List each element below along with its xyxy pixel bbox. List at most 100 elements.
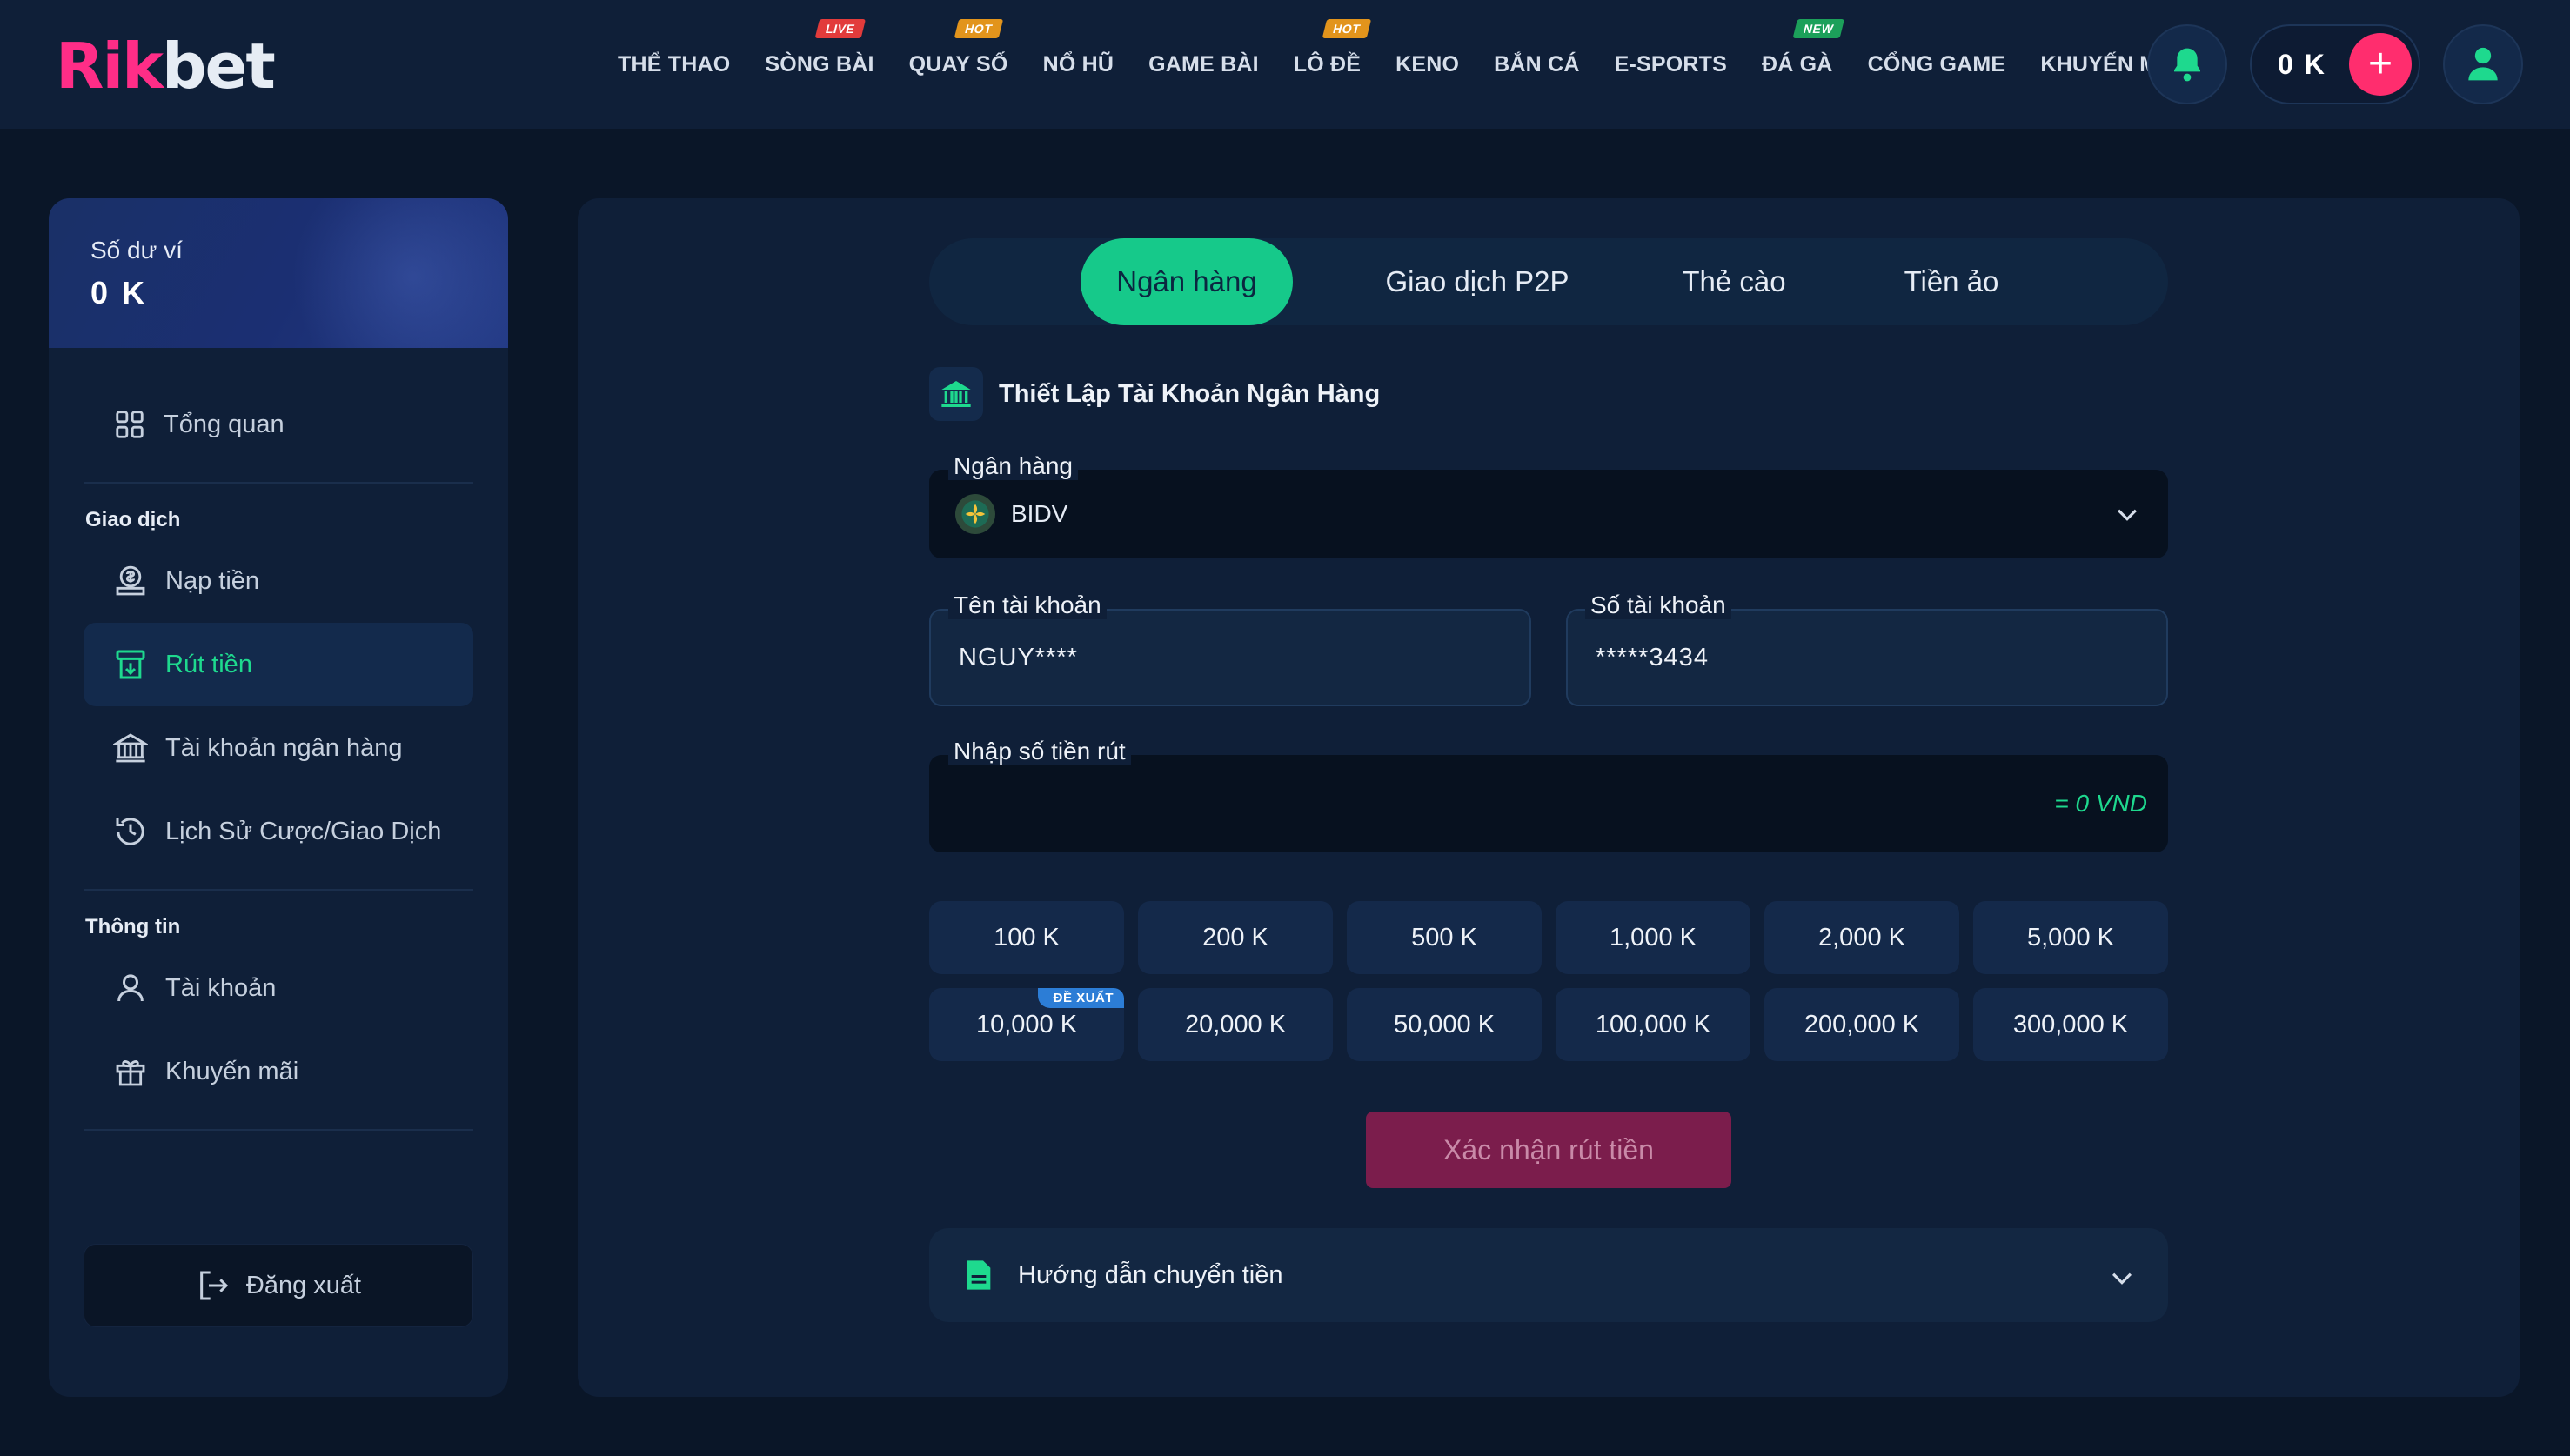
transfer-guide-accordion[interactable]: Hướng dẫn chuyển tiền xyxy=(929,1228,2168,1322)
divider xyxy=(84,482,473,484)
chevron-down-icon xyxy=(2117,509,2138,521)
chip-2000k[interactable]: 2,000 K xyxy=(1764,901,1959,974)
deposit-plus-button[interactable]: + xyxy=(2349,33,2412,96)
chip-5000k[interactable]: 5,000 K xyxy=(1973,901,2168,974)
sidebar-item-account[interactable]: Tài khoản xyxy=(84,946,473,1030)
account-name-field[interactable]: NGUY**** xyxy=(929,609,1531,706)
nav-lo-de[interactable]: HOT LÔ ĐỀ xyxy=(1276,0,1378,129)
tab-scratch-card[interactable]: Thẻ cào xyxy=(1634,238,1834,325)
chip-1000k[interactable]: 1,000 K xyxy=(1556,901,1750,974)
divider xyxy=(84,889,473,891)
logo-bet: bet xyxy=(162,30,276,103)
chip-50000k[interactable]: 50,000 K xyxy=(1347,988,1542,1061)
chip-100k[interactable]: 100 K xyxy=(929,901,1124,974)
nav-label: QUAY SỐ xyxy=(908,51,1008,77)
recommended-tag: ĐỀ XUẤT xyxy=(1037,988,1124,1008)
nav-song-bai[interactable]: LIVE SÒNG BÀI xyxy=(747,0,891,129)
nav-e-sports[interactable]: E-SPORTS xyxy=(1597,0,1744,129)
section-title-text: Thiết Lập Tài Khoản Ngân Hàng xyxy=(999,379,1381,408)
sidebar-item-label: Lịch Sử Cược/Giao Dịch xyxy=(165,817,442,845)
sidebar-item-deposit[interactable]: Nạp tiền xyxy=(84,539,473,623)
account-number-label: Số tài khoản xyxy=(1585,591,1731,619)
sidebar-item-history[interactable]: Lịch Sử Cược/Giao Dịch xyxy=(84,790,473,873)
chip-200000k[interactable]: 200,000 K xyxy=(1764,988,1959,1061)
account-number-value: *****3434 xyxy=(1596,643,1709,671)
bank-icon xyxy=(113,733,148,763)
account-name-label: Tên tài khoản xyxy=(948,591,1107,619)
nav-cong-game[interactable]: CỔNG GAME xyxy=(1851,0,2024,129)
sidebar-item-label: Tài khoản ngân hàng xyxy=(165,733,403,762)
amount-equivalent: = 0 VND xyxy=(2054,790,2147,817)
bank-select-value: BIDV xyxy=(1011,500,1068,527)
logout-button[interactable]: Đăng xuất xyxy=(84,1244,473,1327)
withdraw-icon xyxy=(116,650,145,679)
sidebar-item-promotions[interactable]: Khuyến mãi xyxy=(84,1030,473,1113)
bidv-logo-icon xyxy=(955,494,995,534)
confirm-withdraw-button[interactable]: Xác nhận rút tiền xyxy=(1366,1112,1731,1188)
sidebar-item-label: Rút tiền xyxy=(165,650,252,678)
section-title: Thiết Lập Tài Khoản Ngân Hàng xyxy=(929,365,1380,423)
sidebar-item-bank-account[interactable]: Tài khoản ngân hàng xyxy=(84,706,473,790)
payment-method-tabs: Ngân hàng Giao dịch P2P Thẻ cào Tiền ảo xyxy=(929,238,2168,325)
tab-crypto[interactable]: Tiền ảo xyxy=(1851,238,2051,325)
tab-p2p[interactable]: Giao dịch P2P xyxy=(1347,238,1608,325)
sidebar-item-label: Tổng quan xyxy=(164,410,284,438)
nav-da-ga[interactable]: NEW ĐÁ GÀ xyxy=(1744,0,1851,129)
amount-input[interactable] xyxy=(957,790,1914,833)
nav-keno[interactable]: KENO xyxy=(1378,0,1476,129)
chip-200k[interactable]: 200 K xyxy=(1138,901,1333,974)
balance-value: 0 K xyxy=(90,275,148,311)
sidebar-menu: Tổng quan Giao dịch Nạp tiền Rút tiền Tà… xyxy=(49,348,508,1131)
chip-10000k[interactable]: 10,000 K ĐỀ XUẤT xyxy=(929,988,1124,1061)
tab-bank[interactable]: Ngân hàng xyxy=(1081,238,1293,325)
hot-badge: HOT xyxy=(1322,19,1372,38)
sidebar-item-label: Khuyến mãi xyxy=(165,1057,299,1085)
nav-label: CỔNG GAME xyxy=(1867,51,2006,77)
top-header: Rik bet THỂ THAO LIVE SÒNG BÀI HOT QUAY SỐ … xyxy=(0,0,2570,129)
nav-label: GAME BÀI xyxy=(1148,51,1259,77)
balance-card: Số dư ví 0 K xyxy=(49,198,508,348)
chip-300000k[interactable]: 300,000 K xyxy=(1973,988,2168,1061)
nav-label: ĐÁ GÀ xyxy=(1762,51,1833,77)
nav-the-thao[interactable]: THỂ THAO xyxy=(600,0,747,129)
bank-icon xyxy=(941,381,971,407)
section-transactions: Giao dịch xyxy=(85,508,181,531)
deposit-icon xyxy=(116,565,145,596)
chip-100000k[interactable]: 100,000 K xyxy=(1556,988,1750,1061)
nav-quay-so[interactable]: HOT QUAY SỐ xyxy=(892,0,1026,129)
sidebar-item-label: Nạp tiền xyxy=(165,566,260,595)
chevron-down-icon xyxy=(2112,1272,2132,1285)
nav-label: NỔ HŨ xyxy=(1042,51,1114,77)
bank-section-icon-wrap xyxy=(929,367,983,421)
bank-select[interactable]: BIDV xyxy=(929,470,2168,558)
nav-label: BẮN CÁ xyxy=(1494,51,1580,77)
document-icon xyxy=(967,1260,991,1290)
sidebar-item-withdraw[interactable]: Rút tiền xyxy=(84,623,473,706)
chip-label: 10,000 K xyxy=(975,1010,1078,1039)
account-name-value: NGUY**** xyxy=(959,643,1078,671)
history-icon xyxy=(116,818,144,845)
amount-field[interactable]: = 0 VND xyxy=(929,755,2168,852)
notification-button[interactable] xyxy=(2147,24,2227,104)
divider xyxy=(84,1129,473,1131)
account-number-field[interactable]: *****3434 xyxy=(1566,609,2168,706)
balance-label: Số dư ví xyxy=(90,237,183,264)
chip-500k[interactable]: 500 K xyxy=(1347,901,1542,974)
gift-icon xyxy=(116,1060,145,1086)
rikbet-logo[interactable]: Rik bet xyxy=(56,30,276,103)
new-badge: NEW xyxy=(1792,19,1844,38)
nav-ban-ca[interactable]: BẮN CÁ xyxy=(1476,0,1596,129)
user-outline-icon xyxy=(117,974,144,1002)
nav-no-hu[interactable]: NỔ HŨ xyxy=(1026,0,1132,129)
bank-label: Ngân hàng xyxy=(948,452,1079,480)
header-wallet[interactable]: 0 K + xyxy=(2250,24,2420,104)
live-badge: LIVE xyxy=(814,19,867,38)
sidebar-item-overview[interactable]: Tổng quan xyxy=(84,383,473,466)
nav-label: E-SPORTS xyxy=(1614,51,1727,77)
user-icon xyxy=(2468,47,2498,81)
chip-20000k[interactable]: 20,000 K xyxy=(1138,988,1333,1061)
withdraw-panel: Ngân hàng Giao dịch P2P Thẻ cào Tiền ảo … xyxy=(578,198,2520,1397)
user-menu-button[interactable] xyxy=(2443,24,2523,104)
nav-label: THỂ THAO xyxy=(618,51,731,77)
nav-game-bai[interactable]: GAME BÀI xyxy=(1131,0,1276,129)
